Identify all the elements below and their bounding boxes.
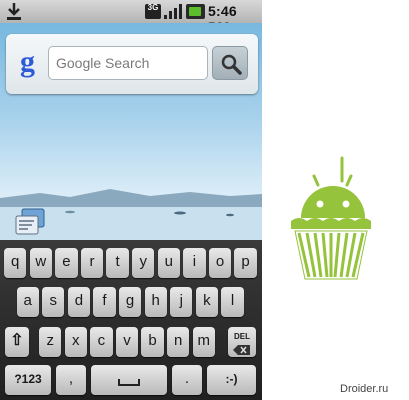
key-n[interactable]: n [167, 327, 190, 357]
key-c[interactable]: c [90, 327, 113, 357]
key-i[interactable]: i [183, 248, 206, 278]
search-input[interactable]: Google Search [48, 46, 208, 80]
space-key[interactable] [91, 365, 167, 395]
watermark-text: Droider.ru [340, 383, 389, 395]
onscreen-keyboard: qwertyuiop asdfghjkl zxcvbnm ⇧ DEL ?123 … [0, 240, 262, 400]
key-p[interactable]: p [234, 248, 257, 278]
key-o[interactable]: o [208, 248, 232, 278]
status-bar: 3G 5:46 PM [0, 0, 262, 35]
key-k[interactable]: k [195, 287, 219, 317]
phone-screen: 3G 5:46 PM g Google Search [0, 0, 262, 400]
search-icon [221, 54, 242, 75]
key-e[interactable]: e [55, 248, 78, 278]
key-f[interactable]: f [93, 287, 116, 317]
key-b[interactable]: b [141, 327, 164, 357]
comma-key[interactable]: , [56, 365, 86, 395]
key-j[interactable]: j [170, 287, 193, 317]
download-icon [7, 3, 21, 20]
signal-icon [164, 4, 182, 19]
shift-icon: ⇧ [10, 332, 24, 349]
key-u[interactable]: u [157, 248, 180, 278]
space-icon [118, 379, 140, 386]
network-type-badge: 3G [145, 4, 161, 19]
key-m[interactable]: m [192, 327, 215, 357]
key-x[interactable]: x [64, 327, 87, 357]
key-q[interactable]: q [4, 248, 27, 278]
google-logo[interactable]: g [20, 47, 35, 77]
key-l[interactable]: l [221, 287, 244, 317]
numbers-symbols-key[interactable]: ?123 [5, 365, 51, 395]
delete-key[interactable]: DEL [228, 327, 256, 357]
shift-key[interactable]: ⇧ [5, 327, 29, 357]
key-g[interactable]: g [118, 287, 142, 317]
messaging-app-icon[interactable] [14, 207, 48, 237]
key-w[interactable]: w [29, 248, 52, 278]
key-t[interactable]: t [106, 248, 129, 278]
key-v[interactable]: v [115, 327, 139, 357]
key-d[interactable]: d [67, 287, 91, 317]
key-z[interactable]: z [39, 327, 62, 357]
key-s[interactable]: s [42, 287, 65, 317]
battery-icon [186, 4, 205, 19]
key-r[interactable]: r [80, 248, 104, 278]
backspace-icon [233, 345, 250, 355]
key-a[interactable]: a [16, 287, 39, 317]
period-key[interactable]: . [172, 365, 202, 395]
emoticon-key[interactable]: :-) [207, 365, 256, 395]
search-button[interactable] [212, 46, 248, 80]
delete-label: DEL [234, 332, 250, 341]
google-search-widget: g Google Search [6, 34, 258, 94]
key-y[interactable]: y [132, 248, 155, 278]
android-cupcake-logo [291, 156, 371, 280]
key-h[interactable]: h [144, 287, 167, 317]
